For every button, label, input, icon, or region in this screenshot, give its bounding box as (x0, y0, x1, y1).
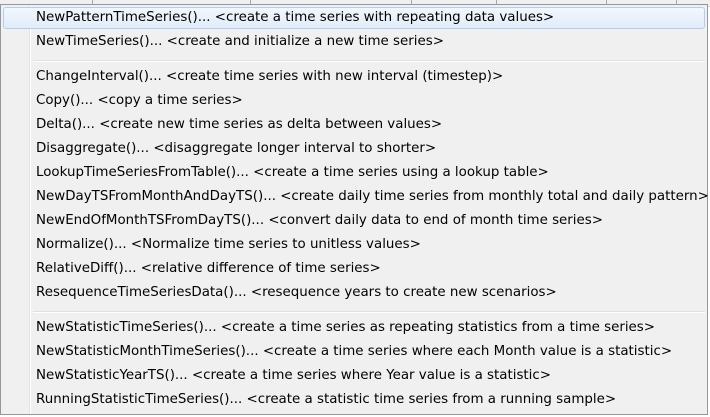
context-menu: NewPatternTimeSeries()... <create a time… (0, 4, 709, 415)
menu-item-new-day-ts-from-month-and-day-ts[interactable]: NewDayTSFromMonthAndDayTS()... <create d… (3, 187, 709, 209)
menu-item-new-statistic-month-time-series[interactable]: NewStatisticMonthTimeSeries()... <create… (3, 342, 705, 364)
menu-item-resequence-time-series-data[interactable]: ResequenceTimeSeriesData()... <resequenc… (3, 283, 705, 305)
menu-item-normalize[interactable]: Normalize()... <Normalize time series to… (3, 235, 705, 257)
menu-item-copy[interactable]: Copy()... <copy a time series> (3, 91, 705, 113)
menu-separator (33, 60, 705, 62)
menu-item-relative-diff[interactable]: RelativeDiff()... <relative difference o… (3, 259, 705, 281)
menu-item-disaggregate[interactable]: Disaggregate()... <disaggregate longer i… (3, 139, 705, 161)
menu-item-new-statistic-year-ts[interactable]: NewStatisticYearTS()... <create a time s… (3, 366, 705, 388)
menu-item-lookup-time-series-from-table[interactable]: LookupTimeSeriesFromTable()... <create a… (3, 163, 705, 185)
menu-item-new-time-series[interactable]: NewTimeSeries()... <create and initializ… (3, 32, 705, 54)
menu-item-running-statistic-time-series[interactable]: RunningStatisticTimeSeries()... <create … (3, 390, 705, 412)
menu-item-new-statistic-time-series[interactable]: NewStatisticTimeSeries()... <create a ti… (3, 318, 705, 340)
menu-item-new-end-of-month-ts-from-day-ts[interactable]: NewEndOfMonthTSFromDayTS()... <convert d… (3, 211, 705, 233)
menu-separator (33, 311, 705, 313)
menu-item-change-interval[interactable]: ChangeInterval()... <create time series … (3, 67, 705, 89)
menu-item-delta[interactable]: Delta()... <create new time series as de… (3, 115, 705, 137)
menu-item-new-pattern-time-series[interactable]: NewPatternTimeSeries()... <create a time… (3, 7, 705, 29)
